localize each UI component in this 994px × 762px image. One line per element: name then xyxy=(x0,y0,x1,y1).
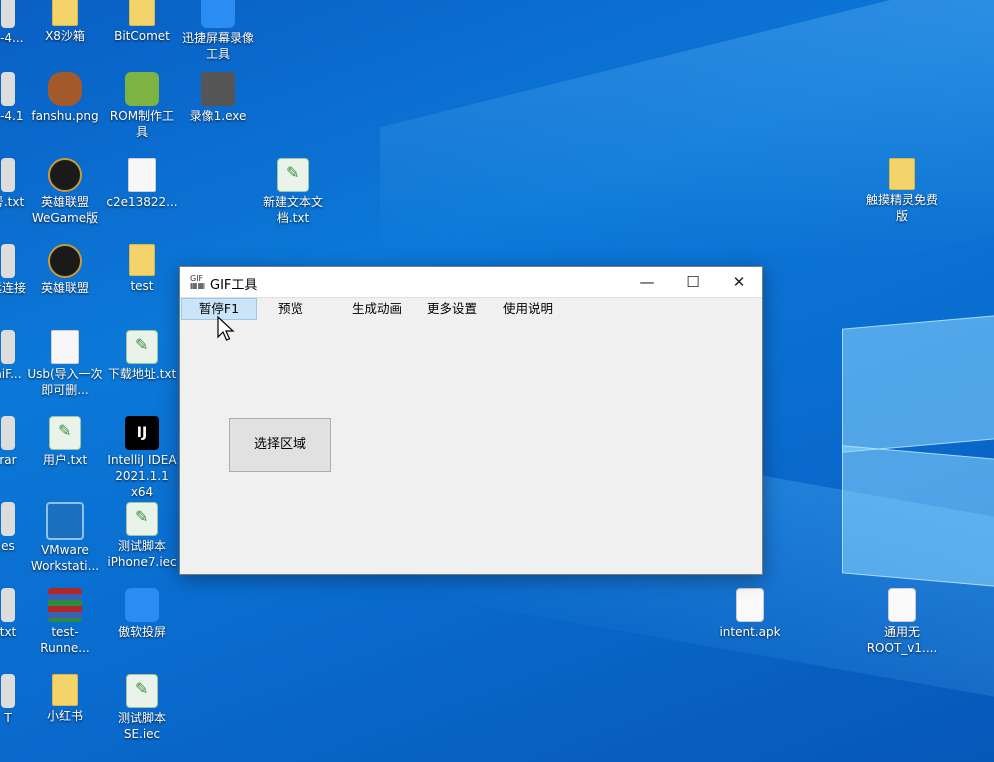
desktop-icon-label: BitComet xyxy=(114,29,170,43)
vm-icon xyxy=(46,502,84,540)
partial-icon xyxy=(1,158,15,192)
desktop-icon[interactable]: 英雄联盟WeGame版 xyxy=(27,158,103,226)
apk-icon xyxy=(888,588,916,622)
folder-icon xyxy=(889,158,915,190)
txt-icon xyxy=(126,674,158,708)
minimize-button[interactable]: — xyxy=(624,267,670,297)
menu-instructions[interactable]: 使用说明 xyxy=(495,299,561,319)
lol-icon xyxy=(48,158,82,192)
desktop-icon-label: fanshu.png xyxy=(31,109,99,123)
desktop-icon-label: test xyxy=(130,279,154,293)
folder-icon xyxy=(52,674,78,706)
desktop-icon[interactable]: test-Runne... xyxy=(27,588,103,656)
partial-icon xyxy=(1,330,15,364)
desktop-icon-label: 测试脚本SE.iec xyxy=(117,711,166,741)
desktop-icon[interactable]: 用户.txt xyxy=(27,416,103,468)
desktop-icon-label: 触摸精灵免费版 xyxy=(865,193,938,223)
gif-tool-window: GIF ▦▦ GIF工具 — ☐ ✕ 暂停F1 预览 生成动画 更多设置 使用说明… xyxy=(179,266,763,575)
desktop-icon-label: 用户.txt xyxy=(42,453,88,467)
wallpaper-logo-pane xyxy=(842,445,994,587)
file-icon xyxy=(128,158,156,192)
gif-app-icon: GIF ▦▦ xyxy=(190,274,206,290)
folder-icon xyxy=(129,0,155,26)
folder-icon xyxy=(129,244,155,276)
desktop-icon-label: IntelliJ IDEA 2021.1.1 x64 xyxy=(107,453,177,499)
desktop-icon[interactable]: 录像1.exe xyxy=(180,72,256,124)
desktop-icon[interactable]: fanshu.png xyxy=(27,72,103,124)
desktop-icon-label: 英雄联盟WeGame版 xyxy=(31,195,99,225)
lol-icon xyxy=(48,244,82,278)
desktop-icon-label: 下载地址.txt xyxy=(107,367,177,381)
partial-icon xyxy=(1,674,15,708)
desktop-icon-label: 测试脚本iPhone7.iec xyxy=(107,539,177,569)
desktop-icon-label: 英雄联盟 xyxy=(40,281,89,295)
title-bar[interactable]: GIF ▦▦ GIF工具 — ☐ ✕ xyxy=(180,267,762,298)
food-icon xyxy=(48,72,82,106)
wallpaper-logo-pane xyxy=(842,315,994,453)
desktop-icon-label: 录像1.exe xyxy=(189,109,247,123)
desktop-icon[interactable]: 测试脚本SE.iec xyxy=(104,674,180,742)
partial-icon xyxy=(1,0,15,28)
desktop-icon[interactable]: 小红书 xyxy=(27,674,103,724)
folder-icon xyxy=(52,0,78,26)
menu-generate-animation[interactable]: 生成动画 xyxy=(344,299,410,319)
file-icon xyxy=(51,330,79,364)
desktop-icon[interactable]: BitComet xyxy=(104,0,180,44)
close-button[interactable]: ✕ xyxy=(716,267,762,297)
desktop-icon[interactable]: VMware Workstati... xyxy=(27,502,103,574)
desktop-icon[interactable]: X8沙箱 xyxy=(27,0,103,44)
desktop-icon-label: X8沙箱 xyxy=(45,29,85,43)
desktop-icon[interactable]: 新建文本文档.txt xyxy=(255,158,331,226)
desktop-icon[interactable]: intent.apk xyxy=(712,588,788,640)
partial-icon xyxy=(1,502,15,536)
menu-bar: 暂停F1 预览 生成动画 更多设置 使用说明 xyxy=(180,298,762,320)
desktop-icon[interactable]: Usb(导入一次即可删... xyxy=(27,330,103,398)
menu-more-settings[interactable]: 更多设置 xyxy=(419,299,485,319)
apk-icon xyxy=(736,588,764,622)
desktop-icon-label: 傲软投屏 xyxy=(117,625,166,639)
desktop-icon-label: test-Runne... xyxy=(40,625,90,655)
desktop-icon[interactable]: ROM制作工具 xyxy=(104,72,180,140)
maximize-button[interactable]: ☐ xyxy=(670,267,716,297)
desktop-icon[interactable]: 下载地址.txt xyxy=(104,330,180,382)
txt-icon xyxy=(49,416,81,450)
partial-icon xyxy=(1,588,15,622)
desktop-icon-label: 小红书 xyxy=(46,709,83,723)
desktop-icon[interactable]: c2e13822... xyxy=(104,158,180,210)
ij-icon: IJ xyxy=(125,416,159,450)
desktop-icon-label: 新建文本文档.txt xyxy=(262,195,323,225)
partial-icon xyxy=(1,244,15,278)
select-region-button[interactable]: 选择区域 xyxy=(229,418,331,472)
desktop-icon[interactable]: 通用无ROOT_v1.... xyxy=(864,588,940,656)
desktop-icon[interactable]: 迅捷屏幕录像工具 xyxy=(180,0,256,62)
window-title: GIF工具 xyxy=(210,278,258,293)
desktop-icon-label: c2e13822... xyxy=(106,195,178,209)
desktop-icon[interactable]: 英雄联盟 xyxy=(27,244,103,296)
txt-icon xyxy=(126,330,158,364)
desktop-icon-label: intent.apk xyxy=(719,625,781,639)
cam-icon xyxy=(201,72,235,106)
desktop-icon[interactable]: IJ IntelliJ IDEA 2021.1.1 x64 xyxy=(104,416,180,500)
share-icon xyxy=(201,0,235,28)
desktop-icon-label: Usb(导入一次即可删... xyxy=(27,367,103,397)
desktop-icon-label: ROM制作工具 xyxy=(109,109,175,139)
desktop-icon[interactable]: 傲软投屏 xyxy=(104,588,180,640)
partial-icon xyxy=(1,416,15,450)
rar-icon xyxy=(48,588,82,622)
desktop-icon-label: 迅捷屏幕录像工具 xyxy=(181,31,254,61)
desktop-icon[interactable]: 测试脚本iPhone7.iec xyxy=(104,502,180,570)
desktop-icon[interactable]: test xyxy=(104,244,180,294)
desktop-icon[interactable]: 触摸精灵免费版 xyxy=(864,158,940,224)
desktop-icon-label: VMware Workstati... xyxy=(30,543,100,573)
menu-preview[interactable]: 预览 xyxy=(270,299,311,319)
share-icon xyxy=(125,588,159,622)
txt-icon xyxy=(126,502,158,536)
andr-icon xyxy=(125,72,159,106)
txt-icon xyxy=(277,158,309,192)
desktop-icon-label: 通用无ROOT_v1.... xyxy=(866,625,938,655)
partial-icon xyxy=(1,72,15,106)
